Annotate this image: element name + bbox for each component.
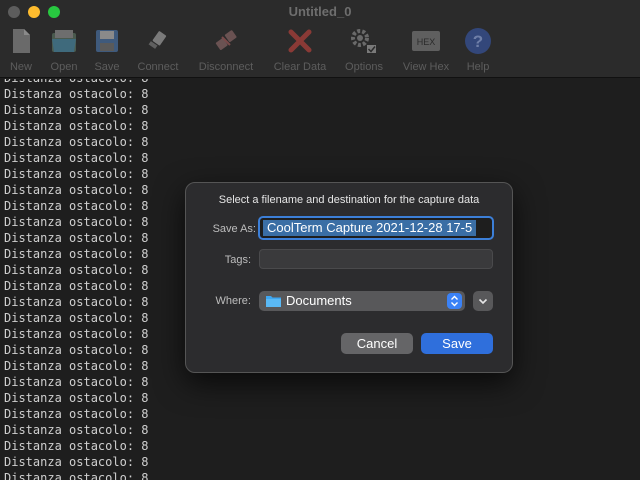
toolbar-view-hex-label: View Hex <box>402 61 450 73</box>
where-label: Where: <box>215 295 251 307</box>
gears-icon <box>351 29 376 53</box>
plug-disconnect-icon <box>215 30 237 50</box>
where-select[interactable]: Documents <box>259 291 465 311</box>
terminal-line: Distanza ostacolo: 8 <box>4 231 149 245</box>
tags-field[interactable] <box>259 249 493 269</box>
hex-icon: HEX <box>412 31 440 51</box>
toolbar-new-button[interactable]: New <box>4 24 38 76</box>
where-value: Documents <box>286 293 352 308</box>
save-button[interactable]: Save <box>421 333 493 354</box>
save-as-value: CoolTerm Capture 2021-12-28 17-5 <box>263 220 477 236</box>
toolbar-new-label: New <box>9 61 32 73</box>
terminal-line: Distanza ostacolo: 8 <box>4 263 149 277</box>
terminal-line: Distanza ostacolo: 8 <box>4 151 149 165</box>
terminal-line: Distanza ostacolo: 8 <box>4 439 149 453</box>
dialog-prompt: Select a filename and destination for th… <box>218 194 480 206</box>
toolbar-options-label: Options <box>345 61 383 73</box>
terminal-line: Distanza ostacolo: 8 <box>4 423 149 437</box>
terminal-line: Distanza ostacolo: 8 <box>4 359 149 373</box>
chevron-up-down-icon <box>447 293 462 309</box>
terminal-line: Distanza ostacolo: 8 <box>4 79 149 86</box>
terminal-line: Distanza ostacolo: 8 <box>4 311 149 325</box>
document-icon <box>13 29 30 53</box>
terminal-line: Distanza ostacolo: 8 <box>4 327 149 341</box>
terminal-line: Distanza ostacolo: 8 <box>4 87 149 101</box>
chevron-down-icon <box>478 298 488 305</box>
toolbar-disconnect-label: Disconnect <box>198 61 254 73</box>
terminal-line: Distanza ostacolo: 8 <box>4 343 149 357</box>
toolbar-help-button[interactable]: ? Help <box>462 24 494 76</box>
terminal-line: Distanza ostacolo: 8 <box>4 199 149 213</box>
terminal-line: Distanza ostacolo: 8 <box>4 279 149 293</box>
toolbar-clear-data-label: Clear Data <box>273 61 327 73</box>
terminal-line: Distanza ostacolo: 8 <box>4 295 149 309</box>
help-icon: ? <box>465 28 491 54</box>
terminal-line: Distanza ostacolo: 8 <box>4 391 149 405</box>
terminal-line: Distanza ostacolo: 8 <box>4 471 149 480</box>
toolbar-options-button[interactable]: Options <box>341 24 387 76</box>
help-icon-text: ? <box>473 32 483 51</box>
expand-dialog-button[interactable] <box>473 291 493 311</box>
cancel-button[interactable]: Cancel <box>341 333 413 354</box>
save-capture-dialog: Select a filename and destination for th… <box>185 182 513 373</box>
toolbar-save-button[interactable]: Save <box>90 24 124 76</box>
terminal-line: Distanza ostacolo: 8 <box>4 375 149 389</box>
toolbar-connect-label: Connect <box>137 61 179 73</box>
terminal-line: Distanza ostacolo: 8 <box>4 455 149 469</box>
toolbar-open-button[interactable]: Open <box>44 24 84 76</box>
toolbar-view-hex-button[interactable]: HEX View Hex <box>398 24 454 76</box>
coolterm-window: Untitled_0 New Open Save Connect Disconn… <box>0 0 640 480</box>
terminal-line: Distanza ostacolo: 8 <box>4 183 149 197</box>
window-title: Untitled_0 <box>288 4 352 19</box>
terminal-line: Distanza ostacolo: 8 <box>4 247 149 261</box>
terminal-line: Distanza ostacolo: 8 <box>4 103 149 117</box>
toolbar-disconnect-button[interactable]: Disconnect <box>194 24 258 76</box>
toolbar-connect-button[interactable]: Connect <box>134 24 182 76</box>
toolbar-clear-data-button[interactable]: Clear Data <box>270 24 330 76</box>
floppy-disk-icon <box>96 30 118 52</box>
toolbar-help-label: Help <box>466 61 490 73</box>
plug-connect-icon <box>148 31 167 49</box>
toolbar-save-label: Save <box>94 61 120 73</box>
terminal-line: Distanza ostacolo: 8 <box>4 135 149 149</box>
terminal-line: Distanza ostacolo: 8 <box>4 407 149 421</box>
hex-icon-text: HEX <box>417 37 436 47</box>
red-x-icon <box>288 29 312 53</box>
toolbar: New Open Save Connect Disconnect Clear D… <box>0 24 640 76</box>
terminal-line: Distanza ostacolo: 8 <box>4 167 149 181</box>
title-bar: Untitled_0 New Open Save Connect Disconn… <box>0 0 640 78</box>
terminal-line: Distanza ostacolo: 8 <box>4 119 149 133</box>
terminal-line: Distanza ostacolo: 8 <box>4 215 149 229</box>
folder-icon <box>266 296 281 307</box>
save-as-label: Save As: <box>212 223 256 235</box>
folder-open-icon <box>52 30 76 52</box>
toolbar-open-label: Open <box>50 61 78 73</box>
tags-label: Tags: <box>224 254 251 266</box>
save-as-field[interactable]: CoolTerm Capture 2021-12-28 17-5 <box>258 216 494 240</box>
